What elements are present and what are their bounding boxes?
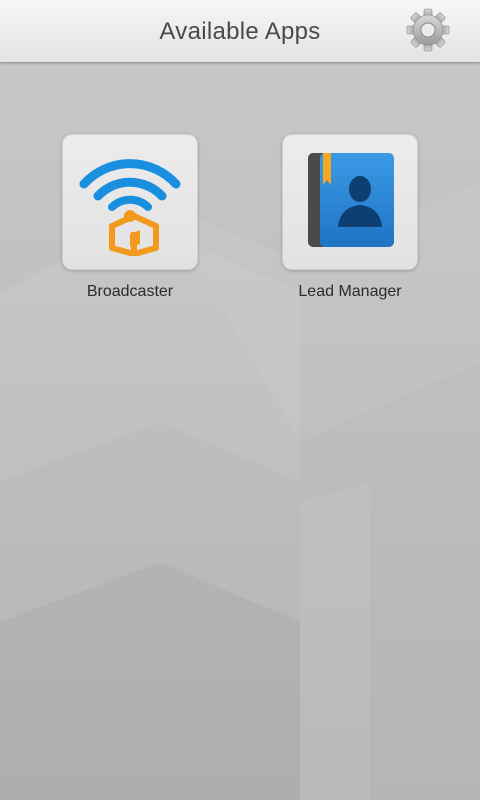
app-tile-lead-manager[interactable]: Lead Manager — [282, 134, 418, 301]
settings-button[interactable] — [404, 8, 452, 56]
app-tile-broadcaster[interactable]: Broadcaster — [62, 134, 198, 301]
app-icon-box[interactable] — [62, 134, 198, 270]
broadcaster-icon — [74, 144, 186, 261]
gear-icon — [405, 7, 451, 58]
app-label: Lead Manager — [298, 283, 402, 300]
app-icon-box[interactable] — [282, 134, 418, 270]
app-label: Broadcaster — [86, 283, 174, 300]
header-bar: Available Apps — [0, 0, 480, 63]
contact-book-icon — [302, 149, 398, 256]
